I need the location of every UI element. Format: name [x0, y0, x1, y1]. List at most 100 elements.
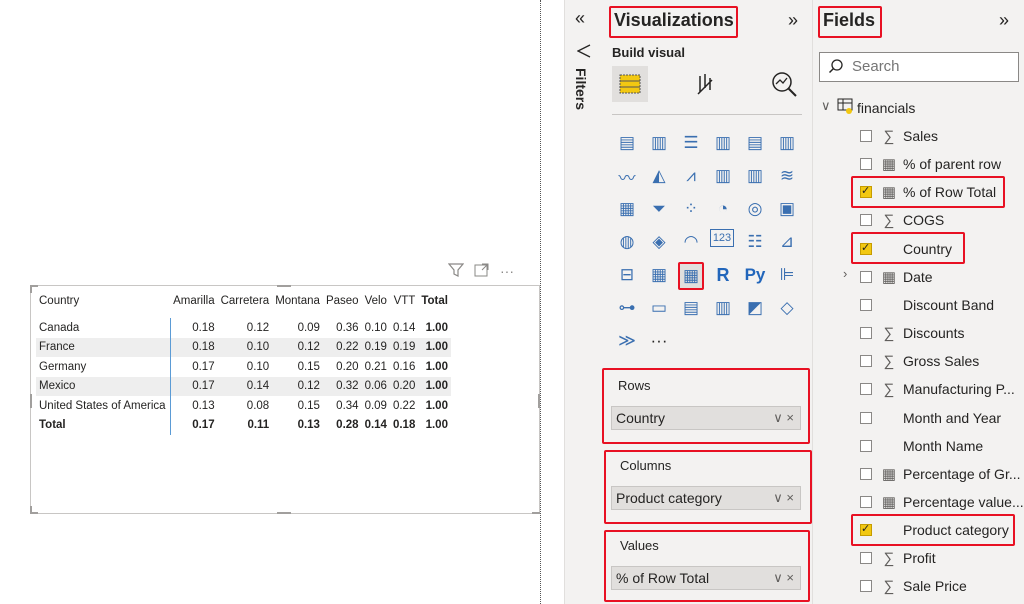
values-well[interactable]: Values % of Row Total ∨ × — [604, 530, 810, 602]
field-checkbox[interactable] — [860, 130, 872, 142]
rows-well[interactable]: Rows Country ∨ × — [602, 368, 810, 444]
matrix-icon[interactable]: ▦ — [678, 262, 704, 290]
stacked-bar-chart-icon[interactable]: ▤ — [614, 130, 640, 156]
field-item[interactable]: ∑ Sale Price — [813, 574, 1023, 598]
field-item[interactable]: Discount Band — [813, 293, 1023, 317]
field-checkbox[interactable] — [860, 412, 872, 424]
columns-field-pill[interactable]: Product category ∨ × — [611, 486, 801, 510]
field-item[interactable]: ▦ Percentage of Gr... — [813, 462, 1023, 486]
power-apps-icon[interactable]: ◩ — [742, 295, 768, 321]
python-visual-icon[interactable]: Py — [742, 262, 768, 288]
table-name[interactable]: financials — [857, 100, 915, 116]
field-item[interactable]: ▦ % of parent row — [813, 152, 1023, 176]
field-checkbox[interactable] — [860, 440, 872, 452]
filters-label[interactable]: Filters — [573, 68, 589, 110]
field-checkbox[interactable] — [860, 552, 872, 564]
chevron-right-icon[interactable]: › — [843, 266, 847, 281]
filled-map-icon[interactable]: ◈ — [646, 229, 672, 255]
clustered-column-chart-icon[interactable]: ▥ — [710, 130, 736, 156]
table-row[interactable]: Germany 0.17 0.10 0.15 0.20 0.21 0.16 1.… — [36, 357, 451, 377]
area-chart-icon[interactable]: ◭ — [646, 163, 672, 189]
table-row[interactable]: France 0.18 0.10 0.12 0.22 0.19 0.19 1.0… — [36, 337, 451, 357]
build-visual-tab-icon[interactable] — [612, 66, 648, 102]
table-icon[interactable]: ▦ — [646, 262, 672, 288]
column-header[interactable]: Velo — [362, 290, 390, 312]
column-header[interactable]: Montana — [272, 290, 323, 312]
pill-controls[interactable]: ∨ × — [773, 570, 794, 586]
table-row[interactable]: United States of America 0.13 0.08 0.15 … — [36, 396, 451, 416]
values-field-pill[interactable]: % of Row Total ∨ × — [611, 566, 801, 590]
expand-visualizations-icon[interactable]: » — [788, 10, 798, 31]
qa-icon[interactable]: ▭ — [646, 295, 672, 321]
kpi-icon[interactable]: ⊿ — [774, 229, 800, 255]
more-options-icon[interactable]: ··· — [500, 263, 514, 279]
rows-field-pill[interactable]: Country ∨ × — [611, 406, 801, 430]
clustered-bar-chart-icon[interactable]: ☰ — [678, 130, 704, 156]
chevron-down-icon[interactable]: ∨ — [821, 98, 831, 114]
resize-handle[interactable] — [532, 512, 540, 514]
map-icon[interactable]: ◍ — [614, 229, 640, 255]
pie-chart-icon[interactable]: ◔ — [710, 196, 736, 222]
key-influencers-icon[interactable]: ⊫ — [774, 262, 800, 288]
resize-handle[interactable] — [277, 512, 291, 514]
column-header[interactable]: VTT — [390, 290, 418, 312]
field-item[interactable]: ∑ Profit — [813, 546, 1023, 570]
waterfall-chart-icon[interactable]: ▦ — [614, 196, 640, 222]
column-header[interactable]: Amarilla — [170, 290, 218, 312]
field-item[interactable]: ∑ Sales — [813, 124, 1023, 148]
field-checkbox[interactable] — [860, 214, 872, 226]
decomposition-tree-icon[interactable]: ⊶ — [614, 295, 640, 321]
stacked-area-chart-icon[interactable]: ⩘ — [678, 163, 704, 189]
field-checkbox[interactable] — [860, 299, 872, 311]
line-and-column-chart-icon[interactable]: ▥ — [710, 163, 736, 189]
focus-mode-icon[interactable] — [474, 262, 490, 281]
column-header[interactable]: Country — [36, 290, 170, 312]
stacked-column-chart-icon[interactable]: ▥ — [646, 130, 672, 156]
get-more-visuals-icon[interactable]: ≫ — [614, 328, 640, 354]
filter-icon[interactable] — [447, 262, 465, 281]
column-header-total[interactable]: Total — [418, 290, 451, 312]
filters-pane[interactable]: « Filters — [564, 0, 603, 604]
more-visuals-icon[interactable]: ··· — [646, 328, 672, 354]
collapse-panes-icon[interactable]: « — [575, 8, 585, 29]
resize-handle[interactable] — [30, 506, 32, 514]
table-row[interactable]: Mexico 0.17 0.14 0.12 0.32 0.06 0.20 1.0… — [36, 376, 451, 396]
search-input[interactable] — [850, 57, 1014, 76]
treemap-icon[interactable]: ▣ — [774, 196, 800, 222]
field-item[interactable]: ∑ Gross Sales — [813, 349, 1023, 373]
ribbon-chart-icon[interactable]: ≋ — [774, 163, 800, 189]
analytics-tab-icon[interactable] — [770, 70, 798, 103]
table-row[interactable]: Canada 0.18 0.12 0.09 0.36 0.10 0.14 1.0… — [36, 318, 451, 338]
line-and-clustered-column-icon[interactable]: ▥ — [742, 163, 768, 189]
format-visual-tab-icon[interactable] — [694, 72, 718, 104]
column-header[interactable]: Paseo — [323, 290, 362, 312]
resize-handle[interactable] — [277, 285, 291, 287]
matrix-visual[interactable]: Country Amarilla Carretera Montana Paseo… — [30, 285, 540, 514]
field-checkbox[interactable] — [860, 468, 872, 480]
total-row[interactable]: Total 0.17 0.11 0.13 0.28 0.14 0.18 1.00 — [36, 415, 451, 435]
card-icon[interactable]: 123 — [710, 229, 734, 247]
expand-fields-icon[interactable]: » — [999, 10, 1009, 31]
field-checkbox[interactable] — [860, 355, 872, 367]
power-automate-icon[interactable]: ◇ — [774, 295, 800, 321]
field-item[interactable]: ∑ COGS — [813, 208, 1023, 232]
100-stacked-column-chart-icon[interactable]: ▥ — [774, 130, 800, 156]
100-stacked-bar-chart-icon[interactable]: ▤ — [742, 130, 768, 156]
funnel-chart-icon[interactable]: ⏷ — [646, 196, 672, 222]
pill-controls[interactable]: ∨ × — [773, 490, 794, 506]
scatter-chart-icon[interactable]: ⁘ — [678, 196, 704, 222]
gauge-icon[interactable]: ◠ — [678, 229, 704, 255]
field-item[interactable]: Month and Year — [813, 406, 1023, 430]
smart-narrative-icon[interactable]: ▤ — [678, 295, 704, 321]
field-item[interactable]: Month Name — [813, 434, 1023, 458]
columns-well[interactable]: Columns Product category ∨ × — [604, 450, 812, 524]
field-item[interactable]: ∑ Manufacturing P... — [813, 377, 1023, 401]
line-chart-icon[interactable]: 〰 — [614, 163, 640, 189]
field-checkbox[interactable] — [860, 158, 872, 170]
search-box[interactable] — [819, 52, 1019, 82]
resize-handle[interactable] — [30, 285, 32, 293]
r-script-visual-icon[interactable]: R — [710, 262, 736, 288]
field-checkbox[interactable] — [860, 383, 872, 395]
resize-handle[interactable] — [538, 394, 540, 408]
donut-chart-icon[interactable]: ◎ — [742, 196, 768, 222]
